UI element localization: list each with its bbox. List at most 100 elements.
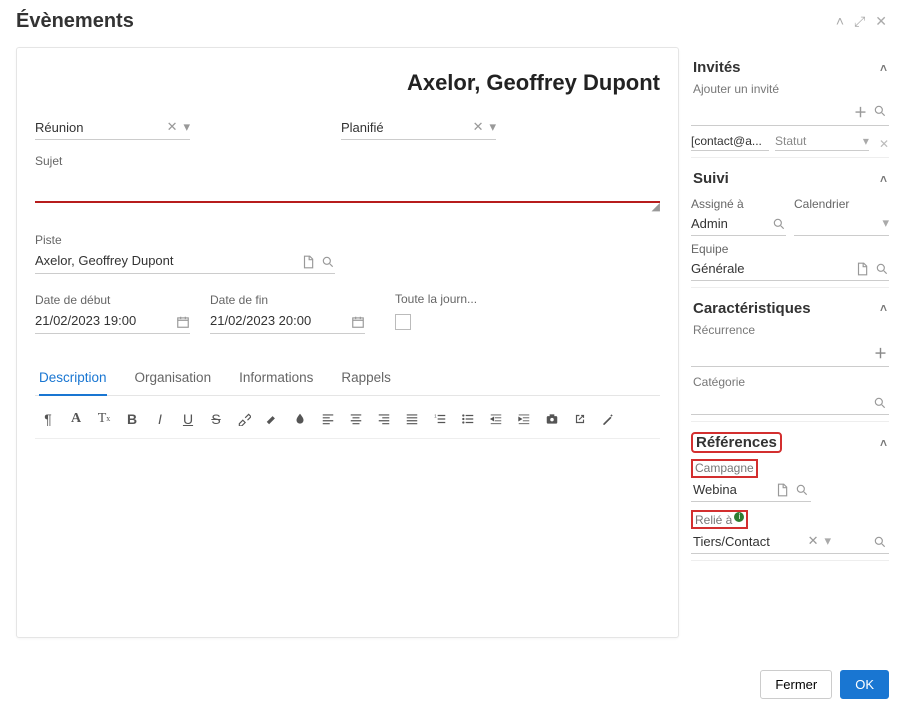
chevron-down-icon: ▾ [882,215,889,231]
search-icon[interactable] [873,102,887,121]
collapse-icon[interactable]: ˄ [836,13,844,30]
plus-icon[interactable]: ＋ [854,102,867,121]
linked-select[interactable]: Tiers/Contact ✕ ▾ [691,531,889,554]
font-icon[interactable]: A [63,406,89,432]
document-icon[interactable] [301,253,315,269]
clear-icon[interactable]: ✕ [473,119,484,135]
caract-title: Caractéristiques [693,300,811,317]
text-style-icon[interactable]: Tx [91,406,117,432]
end-date-value: 21/02/2023 20:00 [210,313,311,328]
italic-icon[interactable]: I [147,406,173,432]
chevron-down-icon: ▾ [863,134,869,148]
guest-email[interactable]: [contact@a... [691,132,769,151]
indent-icon[interactable] [483,406,509,432]
refs-title: Références [693,434,780,451]
document-icon[interactable] [855,260,869,276]
highlight-icon[interactable] [259,406,285,432]
end-date-label: Date de fin [210,293,365,307]
page-heading: Axelor, Geoffrey Dupont [35,70,660,96]
underline-icon[interactable]: U [175,406,201,432]
end-date-input[interactable]: 21/02/2023 20:00 [210,310,365,334]
modal-title: Évènements [16,10,134,33]
linked-label: Relié ài [693,512,746,527]
team-label: Equipe [691,242,889,256]
calendar-select[interactable]: ▾ [794,213,889,236]
align-justify-icon[interactable] [399,406,425,432]
start-date-input[interactable]: 21/02/2023 19:00 [35,310,190,334]
section-guests-toggle[interactable]: Invités ˄ [691,51,889,80]
search-icon[interactable] [873,533,887,549]
tab-description[interactable]: Description [39,362,107,396]
chevron-up-icon: ˄ [880,172,887,186]
calendar-icon[interactable] [351,313,365,329]
start-date-label: Date de début [35,293,190,307]
recurrence-label: Récurrence [691,321,889,341]
pilcrow-icon[interactable]: ¶ [35,406,61,432]
clear-icon[interactable]: ✕ [808,533,819,549]
svg-text:1: 1 [434,413,437,418]
clear-icon[interactable]: ✕ [167,119,178,135]
section-refs-toggle[interactable]: Références ˄ [691,426,889,455]
outdent-icon[interactable] [511,406,537,432]
close-button[interactable]: Fermer [760,670,832,699]
close-icon[interactable]: ✕ [875,13,887,30]
type-value: Réunion [35,120,83,135]
chevron-up-icon: ˄ [880,301,887,315]
strike-icon[interactable]: S [203,406,229,432]
tab-informations[interactable]: Informations [239,362,313,395]
list-ol-icon[interactable]: 1 [427,406,453,432]
subject-input[interactable] [35,175,660,203]
guests-title: Invités [693,59,741,76]
document-icon[interactable] [775,482,789,498]
bold-icon[interactable]: B [119,406,145,432]
subject-field: Sujet ◢ [35,154,660,223]
allday-checkbox[interactable] [395,314,411,330]
category-select[interactable] [691,393,889,416]
info-badge-icon[interactable]: i [734,512,744,522]
piste-value: Axelor, Geoffrey Dupont [35,253,174,268]
camera-icon[interactable] [539,406,565,432]
editor-body[interactable] [35,439,660,589]
ok-button[interactable]: OK [840,670,889,699]
allday-label: Toute la journ... [395,292,477,306]
chevron-up-icon: ˄ [880,61,887,75]
main-panel: Axelor, Geoffrey Dupont Réunion ✕ ▾ Plan… [16,47,679,638]
campaign-select[interactable]: Webina [691,480,811,503]
plus-icon: ＋ [874,343,887,362]
align-center-icon[interactable] [343,406,369,432]
search-icon[interactable] [873,395,887,411]
search-icon[interactable] [795,482,809,498]
guest-status-select[interactable]: Statut ▾ [775,132,869,151]
align-right-icon[interactable] [371,406,397,432]
wand-icon[interactable] [595,406,621,432]
drop-icon[interactable] [287,406,313,432]
status-select[interactable]: Planifié ✕ ▾ [341,116,496,140]
team-select[interactable]: Générale [691,258,889,281]
list-ul-icon[interactable] [455,406,481,432]
remove-guest-icon[interactable]: ✕ [879,137,889,151]
section-caract-toggle[interactable]: Caractéristiques ˄ [691,292,889,321]
linked-value: Tiers/Contact [693,534,770,549]
assigned-select[interactable]: Admin [691,213,786,236]
expand-icon[interactable]: ⤢ [854,13,865,30]
search-icon[interactable] [321,253,335,269]
chevron-down-icon[interactable]: ▾ [489,119,496,135]
search-icon[interactable] [875,260,889,276]
tab-rappels[interactable]: Rappels [341,362,391,395]
resize-handle-icon[interactable]: ◢ [35,200,660,213]
campaign-value: Webina [693,482,737,497]
align-left-icon[interactable] [315,406,341,432]
tab-organisation[interactable]: Organisation [135,362,212,395]
type-field: Réunion ✕ ▾ [35,116,190,140]
search-icon[interactable] [772,215,786,231]
piste-select[interactable]: Axelor, Geoffrey Dupont [35,250,335,274]
section-suivi-toggle[interactable]: Suivi ˄ [691,162,889,191]
calendar-icon[interactable] [176,313,190,329]
recurrence-add[interactable]: ＋ [691,341,889,367]
chevron-down-icon[interactable]: ▾ [183,119,190,135]
type-select[interactable]: Réunion ✕ ▾ [35,116,190,140]
external-icon[interactable] [567,406,593,432]
editor-toolbar: ¶ A Tx B I U S [35,396,660,439]
brush-icon[interactable] [231,406,257,432]
category-label: Catégorie [691,373,889,393]
